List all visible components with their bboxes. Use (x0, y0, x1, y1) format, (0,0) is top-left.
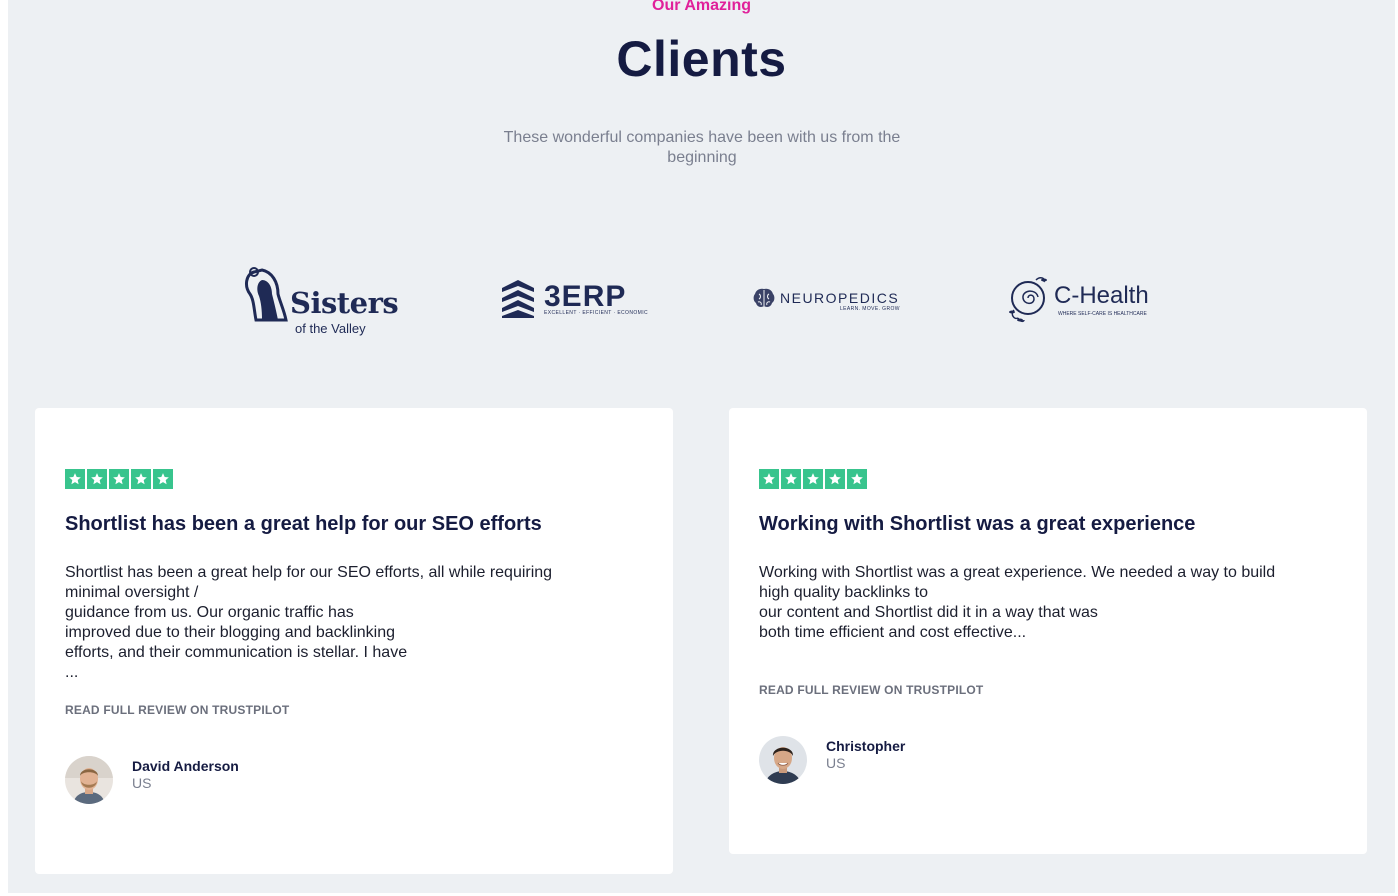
review-body-line: ... (65, 664, 79, 681)
logo-name: 3ERP (544, 280, 627, 313)
read-full-review-link[interactable]: READ FULL REVIEW ON TRUSTPILOT (65, 703, 289, 717)
logo-tagline: of the Valley (295, 321, 366, 336)
clients-section: Our Amazing Clients These wonderful comp… (8, 0, 1395, 893)
client-logos: Sisters of the Valley 3ERP EXCELLENT · E… (8, 260, 1395, 340)
logo-tagline: LEARN. MOVE. GROW (840, 306, 900, 312)
review-title: Working with Shortlist was a great exper… (759, 513, 1196, 535)
star-icon (847, 469, 867, 489)
section-eyebrow: Our Amazing (652, 0, 751, 14)
review-body-line: both time efficient and cost effective..… (759, 624, 1027, 641)
logo-neuropedics: NEUROPEDICS LEARN. MOVE. GROW (752, 286, 912, 318)
logo-name: C-Health (1054, 282, 1149, 309)
logo-tagline: WHERE SELF-CARE IS HEALTHCARE (1058, 311, 1147, 317)
star-icon (759, 469, 779, 489)
review-body-line: minimal oversight / (65, 584, 199, 601)
review-body: Shortlist has been a great help for our … (65, 563, 625, 683)
star-icon (803, 469, 823, 489)
star-icon (825, 469, 845, 489)
reviewer-name: Christopher (826, 738, 906, 754)
review-body-line: our content and Shortlist did it in a wa… (759, 604, 1098, 621)
review-body-line: Working with Shortlist was a great exper… (759, 564, 1276, 581)
logo-sisters-of-the-valley: Sisters of the Valley (244, 266, 404, 336)
star-icon (153, 469, 173, 489)
review-body-line: guidance from us. Our organic traffic ha… (65, 604, 354, 621)
logo-name: Sisters (290, 286, 399, 320)
brain-icon (753, 288, 775, 307)
section-subtitle: These wonderful companies have been with… (503, 129, 901, 166)
stacked-chevron-icon (502, 280, 534, 318)
star-icon (109, 469, 129, 489)
reviewer-country: US (132, 775, 152, 791)
star-icon (87, 469, 107, 489)
review-body-line: efforts, and their communication is stel… (65, 644, 408, 661)
review-body-line: high quality backlinks to (759, 584, 928, 601)
reviewer-country: US (826, 755, 846, 771)
reviewer-name: David Anderson (132, 758, 239, 774)
spiral-leaf-icon (1009, 277, 1047, 323)
review-body: Working with Shortlist was a great exper… (759, 563, 1319, 643)
trustpilot-rating (65, 469, 173, 489)
trustpilot-rating (759, 469, 867, 489)
logo-3erp: 3ERP EXCELLENT · EFFICIENT · ECONOMIC (498, 278, 658, 322)
sister-silhouette-icon (245, 267, 288, 322)
logo-name: NEUROPEDICS (780, 290, 900, 306)
star-icon (131, 469, 151, 489)
star-icon (781, 469, 801, 489)
avatar (65, 756, 113, 804)
review-body-line: improved due to their blogging and backl… (65, 624, 395, 641)
logo-c-health: C-Health WHERE SELF-CARE IS HEALTHCARE (1006, 274, 1176, 326)
review-card: Shortlist has been a great help for our … (35, 408, 673, 874)
review-title: Shortlist has been a great help for our … (65, 513, 542, 535)
review-card: Working with Shortlist was a great exper… (729, 408, 1367, 854)
avatar (759, 736, 807, 784)
logo-tagline: EXCELLENT · EFFICIENT · ECONOMIC (544, 310, 649, 316)
read-full-review-link[interactable]: READ FULL REVIEW ON TRUSTPILOT (759, 683, 983, 697)
section-title: Clients (616, 31, 787, 87)
review-body-line: Shortlist has been a great help for our … (65, 564, 553, 581)
star-icon (65, 469, 85, 489)
